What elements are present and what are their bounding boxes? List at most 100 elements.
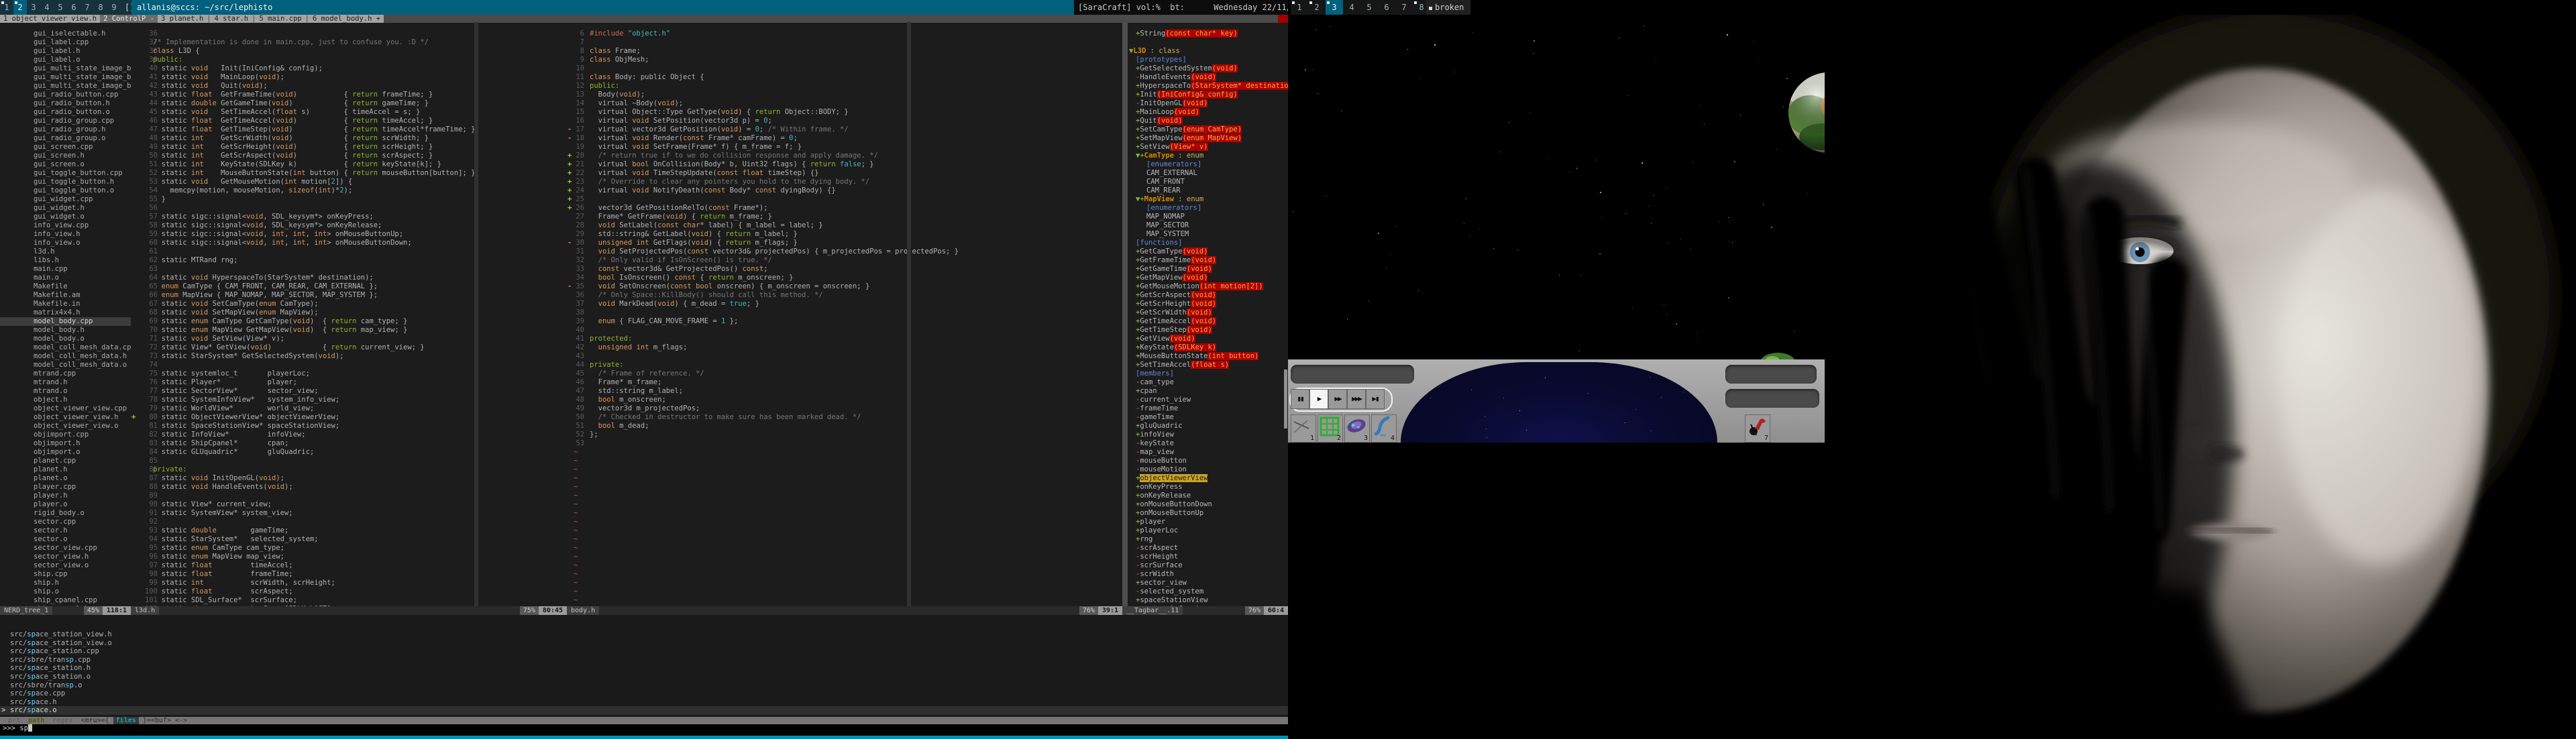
comms-button[interactable]: ww4 bbox=[1371, 414, 1397, 443]
code-line[interactable]: void SetProjectedPos(const vector3d& pro… bbox=[590, 247, 959, 256]
nerdtree-file-object_viewer_view.cpp[interactable]: object_viewer_view.cpp bbox=[0, 404, 131, 413]
ctrlp-prompt-input[interactable]: >>> sp bbox=[0, 724, 1291, 733]
code-line[interactable]: const vector3d& GetProjectedPos() const; bbox=[590, 265, 768, 274]
tagbar-section[interactable]: [functions] bbox=[1136, 239, 1288, 247]
tagbar-tag-onMouseButtonUp[interactable]: +onMouseButtonUp bbox=[1136, 509, 1288, 518]
tagbar-tag-MAP_NOMAP[interactable]: MAP_NOMAP bbox=[1146, 213, 1288, 221]
code-line[interactable]: bool m_onscreen; bbox=[590, 396, 666, 404]
code-line[interactable]: static SpaceStationView* spaceStationVie… bbox=[153, 422, 339, 431]
code-line[interactable]: public: bbox=[590, 82, 619, 91]
tagbar-tag-MapView[interactable]: ▼+MapView : enum bbox=[1136, 195, 1288, 204]
nerdtree-file-planet.o[interactable]: planet.o bbox=[0, 474, 131, 483]
nerdtree-file-libs.h[interactable]: libs.h bbox=[0, 256, 131, 265]
tagbar-tag-GetScrHeight[interactable]: +GetScrHeight(void) bbox=[1136, 300, 1288, 308]
nerdtree-file-gui_radio_group.cpp[interactable]: gui_radio_group.cpp bbox=[0, 117, 131, 125]
ctrlp-mode-path[interactable]: path bbox=[28, 717, 44, 724]
tagbar-tag-onKeyRelease[interactable]: +onKeyRelease bbox=[1136, 492, 1288, 500]
nerdtree-file-model_coll_mesh_data.o[interactable]: model_coll_mesh_data.o bbox=[0, 361, 131, 370]
code-line[interactable]: static int GetScrHeight(void) { return s… bbox=[153, 143, 433, 152]
tagbar-tag-GetScrAspect[interactable]: +GetScrAspect(void) bbox=[1136, 291, 1288, 300]
code-line[interactable]: static void SetCamType(enum CamType); bbox=[153, 300, 319, 308]
editor-pane-body-h[interactable]: 6#include "object.h"78class Frame;9class… bbox=[567, 22, 1122, 621]
tagbar-tag-spaceStationView[interactable]: +spaceStationView bbox=[1136, 596, 1288, 605]
nerdtree-file-mtrand.o[interactable]: mtrand.o bbox=[0, 387, 131, 396]
code-line[interactable]: static float timeAccel; bbox=[153, 561, 293, 570]
code-line[interactable]: static float frameTime; bbox=[153, 570, 293, 579]
tagbar-tag-CAM_EXTERNAL[interactable]: CAM_EXTERNAL bbox=[1146, 169, 1288, 178]
tagbar-tag-SetTimeAccel[interactable]: +SetTimeAccel(float s) bbox=[1136, 361, 1288, 370]
code-line[interactable]: private: bbox=[153, 465, 187, 474]
nerdtree-file-gui_screen.h[interactable]: gui_screen.h bbox=[0, 152, 131, 160]
tagbar-tag-CAM_FRONT[interactable]: CAM_FRONT bbox=[1146, 178, 1288, 186]
code-line[interactable]: static double GetGameTime(void) { return… bbox=[153, 99, 429, 108]
code-line[interactable]: enum CamType { CAM_FRONT, CAM_REAR, CAM_… bbox=[153, 282, 378, 291]
ctrlp-mode-prt[interactable]: prt bbox=[8, 717, 20, 724]
nerdtree-file-ship.h[interactable]: ship.h bbox=[0, 579, 131, 587]
editor-pane-l3d-h[interactable]: 3637/* Implementation is done in main.cp… bbox=[131, 22, 567, 621]
code-line[interactable]: void MarkDead(void) { m_dead = true; } bbox=[590, 300, 759, 308]
code-line[interactable]: static void GetMouseMotion(int motion[2]… bbox=[153, 178, 352, 186]
nerdtree-file-gui_radio_button.o[interactable]: gui_radio_button.o bbox=[0, 108, 131, 117]
nerdtree-file-gui_toggle_button.cpp[interactable]: gui_toggle_button.cpp bbox=[0, 169, 131, 178]
nerdtree-file-objimport.cpp[interactable]: objimport.cpp bbox=[0, 431, 131, 439]
tagbar-tag-HyperspaceTo[interactable]: +HyperspaceTo(StarSystem* destination bbox=[1136, 82, 1288, 91]
code-line[interactable]: static WorldView* world_view; bbox=[153, 404, 314, 413]
tagbar-tag-scrSurface[interactable]: -scrSurface bbox=[1136, 561, 1288, 570]
code-line[interactable]: class Body: public Object { bbox=[590, 73, 704, 82]
tagbar-tag-CAM_REAR[interactable]: CAM_REAR bbox=[1146, 186, 1288, 195]
nerdtree-file-model_body.cpp[interactable]: model_body.cpp bbox=[0, 317, 131, 326]
tagbar-section[interactable]: [prototypes] bbox=[1136, 56, 1288, 64]
tagbar-tag-Quit[interactable]: +Quit(void) bbox=[1136, 117, 1288, 125]
ctrlp-result-src/space_station.h[interactable]: src/space_station.h bbox=[0, 664, 1298, 673]
nerdtree-file-gui_iselectable.h[interactable]: gui_iselectable.h bbox=[0, 30, 131, 38]
code-line[interactable]: static void HandleEvents(void); bbox=[153, 483, 293, 492]
nerdtree-file-sector_view.o[interactable]: sector_view.o bbox=[0, 561, 131, 570]
code-line[interactable]: static ObjectViewerView* objectViewerVie… bbox=[153, 413, 339, 422]
ctrlp-result-src/space_station_view.h[interactable]: src/space_station_view.h bbox=[0, 630, 1298, 639]
nerdtree-file-gui_screen.o[interactable]: gui_screen.o bbox=[0, 160, 131, 169]
nerdtree-file-ship_cpanel.cpp[interactable]: ship_cpanel.cpp bbox=[0, 596, 131, 605]
tagbar-tag-frameTime[interactable]: -frameTime bbox=[1136, 404, 1288, 413]
code-line[interactable]: static double gameTime; bbox=[153, 526, 288, 535]
workspace-tag-7[interactable]: 7 bbox=[80, 0, 94, 15]
code-line[interactable]: unsigned int m_flags; bbox=[590, 343, 687, 352]
code-line[interactable]: virtual void Render(const Frame* camFram… bbox=[590, 134, 798, 143]
tagbar-tag-GetView[interactable]: +GetView(void) bbox=[1136, 335, 1288, 343]
tagbar-tag-Init[interactable]: +Init(IniConfig& config) bbox=[1136, 91, 1288, 99]
code-line[interactable]: bool IsOnscreen() const { return m_onscr… bbox=[590, 274, 794, 282]
tagbar-tag-CamType[interactable]: ▼+CamType : enum bbox=[1136, 152, 1288, 160]
ctrlp-result-src/sbre/transp.cpp[interactable]: src/sbre/transp.cpp bbox=[0, 656, 1298, 665]
code-line[interactable]: static sigc::signal<void, SDL_keysym*> o… bbox=[153, 221, 382, 230]
code-line[interactable]: static void Init(IniConfig& config); bbox=[153, 64, 323, 73]
code-line[interactable]: static void SetView(View* v); bbox=[153, 335, 284, 343]
ctrlp-mode-regex[interactable]: regex bbox=[52, 717, 72, 724]
code-line[interactable]: static View* GetView(void) { return curr… bbox=[153, 343, 425, 352]
nerdtree-file-model_coll_mesh_data.cpp[interactable]: model_coll_mesh_data.cpp bbox=[0, 343, 131, 352]
ctrlp-result-src/sbre/transp.o[interactable]: src/sbre/transp.o bbox=[0, 681, 1298, 690]
nerdtree-file-mtrand.h[interactable]: mtrand.h bbox=[0, 378, 131, 387]
tagbar-tag-rng[interactable]: +rng bbox=[1136, 535, 1288, 544]
tagbar-tag-scrWidth[interactable]: -scrWidth bbox=[1136, 570, 1288, 579]
workspace-tag-2[interactable]: 2 bbox=[1308, 0, 1326, 15]
workspace-tag-9[interactable]: 9 bbox=[107, 0, 121, 15]
time-accel-button-fast-forward-2[interactable]: ▶▶ bbox=[1328, 389, 1347, 409]
code-line[interactable]: static int scrWidth, scrHeight; bbox=[153, 579, 335, 587]
tagbar-tag-KeyState[interactable]: +KeyState(SDLKey k) bbox=[1136, 343, 1288, 352]
code-line[interactable]: static SystemView* system_view; bbox=[153, 509, 293, 518]
tagbar-tag-mouseMotion[interactable]: -mouseMotion bbox=[1136, 465, 1288, 474]
code-line[interactable]: static float GetTimeAccel(void) { return… bbox=[153, 117, 433, 125]
code-line[interactable]: static systemloc_t playerLoc; bbox=[153, 370, 310, 378]
code-line[interactable]: virtual void SetFrame(Frame* f) { m_fram… bbox=[590, 143, 802, 152]
tagbar-tag-playerLoc[interactable]: +playerLoc bbox=[1136, 526, 1288, 535]
code-line[interactable]: static SDL_Surface* scrSurface; bbox=[153, 596, 297, 605]
nerdtree-file-objimport.o[interactable]: objimport.o bbox=[0, 448, 131, 457]
code-line[interactable]: static InfoView* infoView; bbox=[153, 431, 306, 439]
tagbar-tag-SetCamType[interactable]: +SetCamType(enum CamType) bbox=[1136, 125, 1288, 134]
code-line[interactable]: Body(void); bbox=[590, 91, 645, 99]
code-line[interactable]: virtual void TimeStepUpdate(const float … bbox=[590, 169, 818, 178]
tagbar-tag-MAP_SECTOR[interactable]: MAP_SECTOR bbox=[1146, 221, 1288, 230]
code-line[interactable]: vector3d m_projectedPos; bbox=[590, 404, 700, 413]
code-line[interactable]: /* Frame of reference. */ bbox=[590, 370, 704, 378]
code-line[interactable]: static void Quit(void); bbox=[153, 82, 268, 91]
code-line[interactable]: static int MouseButtonState(int button) … bbox=[153, 169, 476, 178]
